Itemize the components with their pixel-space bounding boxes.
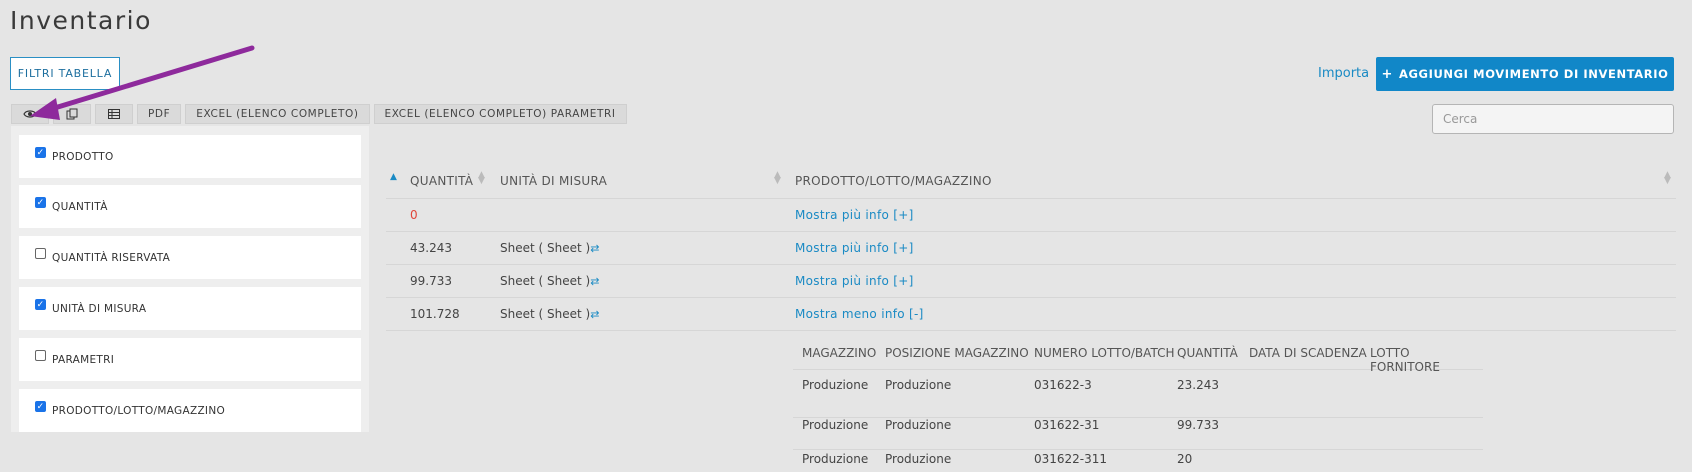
- column-toggle-label: PARAMETRI: [52, 353, 115, 366]
- add-inventory-movement-label: AGGIUNGI MOVIMENTO DI INVENTARIO: [1399, 67, 1669, 81]
- lot-detail-header: MAGAZZINO POSIZIONE MAGAZZINO NUMERO LOT…: [793, 340, 1483, 374]
- batch-cell: 031622-311: [1034, 452, 1108, 466]
- column-visibility-panel: ✓ PRODOTTO ✓ QUANTITÀ QUANTITÀ RISERVATA…: [11, 126, 369, 432]
- lot-detail-row: Produzione Produzione 031622-31 99.733: [793, 418, 1483, 450]
- sub-header-position: POSIZIONE MAGAZZINO: [885, 346, 1029, 360]
- sort-icon[interactable]: ▲ ▼: [774, 171, 781, 186]
- batch-cell: 031622-3: [1034, 378, 1092, 392]
- quantity-cell: 23.243: [1177, 378, 1219, 392]
- unit-cell: Sheet ( Sheet )⇄: [500, 307, 599, 321]
- sub-header-quantity: QUANTITÀ: [1177, 346, 1238, 360]
- checkbox-unchecked[interactable]: [35, 248, 46, 259]
- quantity-cell: 0: [410, 208, 418, 222]
- column-toggle-label: QUANTITÀ RISERVATA: [52, 251, 171, 264]
- checkbox-checked[interactable]: ✓: [35, 197, 46, 208]
- swap-icon[interactable]: ⇄: [590, 242, 599, 255]
- quantity-cell: 20: [1177, 452, 1193, 466]
- lot-detail-row: Produzione Produzione 031622-311 20: [793, 452, 1483, 472]
- column-toggle-reserved-quantity[interactable]: QUANTITÀ RISERVATA: [19, 236, 361, 279]
- filter-table-button[interactable]: FILTRI TABELLA: [10, 57, 120, 90]
- copy-icon: [66, 108, 78, 120]
- warehouse-cell: Produzione: [802, 452, 869, 466]
- position-cell: Produzione: [885, 452, 952, 466]
- column-header-product-lot-warehouse[interactable]: PRODOTTO/LOTTO/MAGAZZINO: [795, 174, 992, 188]
- sub-header-supplier-lot: LOTTO FORNITORE: [1370, 346, 1440, 374]
- table-view-button[interactable]: [95, 104, 133, 124]
- column-toggle-quantity[interactable]: ✓ QUANTITÀ: [19, 185, 361, 228]
- row-divider: [386, 330, 1676, 331]
- column-toggle-product-lot-warehouse[interactable]: ✓ PRODOTTO/LOTTO/MAGAZZINO: [19, 389, 361, 432]
- import-link[interactable]: Importa: [1318, 66, 1369, 81]
- table-row: 101.728 Sheet ( Sheet )⇄ Mostra meno inf…: [386, 297, 1676, 330]
- warehouse-cell: Produzione: [802, 378, 869, 392]
- table-header: ▲ QUANTITÀ ▲ ▼ UNITÀ DI MISURA ▲ ▼ PRODOTT…: [386, 168, 1676, 198]
- unit-label: Sheet ( Sheet ): [500, 274, 591, 288]
- lot-detail-row: Produzione Produzione 031622-3 23.243: [793, 378, 1483, 418]
- sort-icon[interactable]: ▲ ▼: [1664, 171, 1671, 186]
- quantity-cell: 99.733: [410, 274, 452, 288]
- position-cell: Produzione: [885, 378, 952, 392]
- add-inventory-movement-button[interactable]: + AGGIUNGI MOVIMENTO DI INVENTARIO: [1376, 57, 1674, 91]
- plus-icon: +: [1381, 66, 1394, 82]
- excel-export-button[interactable]: EXCEL (ELENCO COMPLETO): [185, 104, 370, 124]
- batch-cell: 031622-31: [1034, 418, 1100, 432]
- quantity-cell: 101.728: [410, 307, 460, 321]
- column-toggle-parameters[interactable]: PARAMETRI: [19, 338, 361, 381]
- checkbox-checked[interactable]: ✓: [35, 401, 46, 412]
- sub-header-warehouse: MAGAZZINO: [802, 346, 877, 360]
- eye-icon: [23, 110, 37, 118]
- checkbox-checked[interactable]: ✓: [35, 147, 46, 158]
- checkbox-checked[interactable]: ✓: [35, 299, 46, 310]
- column-toggle-label: PRODOTTO/LOTTO/MAGAZZINO: [52, 404, 226, 417]
- sub-header-expiry: DATA DI SCADENZA: [1249, 346, 1367, 360]
- sub-header-batch: NUMERO LOTTO/BATCH: [1034, 346, 1175, 360]
- column-header-unit[interactable]: UNITÀ DI MISURA: [500, 174, 607, 188]
- quantity-cell: 99.733: [1177, 418, 1219, 432]
- position-cell: Produzione: [885, 418, 952, 432]
- swap-icon[interactable]: ⇄: [590, 308, 599, 321]
- warehouse-cell: Produzione: [802, 418, 869, 432]
- column-toggle-product[interactable]: ✓ PRODOTTO: [19, 135, 361, 178]
- column-toggle-label: PRODOTTO: [52, 150, 114, 163]
- table-row: 43.243 Sheet ( Sheet )⇄ Mostra più info …: [386, 231, 1676, 264]
- show-more-info-link[interactable]: Mostra più info [+]: [795, 208, 914, 222]
- table-toolbar: PDF EXCEL (ELENCO COMPLETO) EXCEL (ELENC…: [11, 104, 627, 124]
- copy-button[interactable]: [53, 104, 91, 124]
- sort-asc-icon[interactable]: ▲: [390, 173, 397, 182]
- column-toggle-label: QUANTITÀ: [52, 200, 108, 213]
- show-more-info-link[interactable]: Mostra più info [+]: [795, 241, 914, 255]
- column-header-quantity[interactable]: QUANTITÀ: [410, 174, 473, 188]
- search-input[interactable]: Cerca: [1432, 104, 1674, 134]
- column-toggle-label: UNITÀ DI MISURA: [52, 302, 147, 315]
- show-less-info-link[interactable]: Mostra meno info [-]: [795, 307, 924, 321]
- checkbox-unchecked[interactable]: [35, 350, 46, 361]
- page-title: Inventario: [10, 6, 152, 35]
- table-row: 0 Mostra più info [+]: [386, 198, 1676, 231]
- sort-icon[interactable]: ▲ ▼: [478, 171, 485, 186]
- column-toggle-unit[interactable]: ✓ UNITÀ DI MISURA: [19, 287, 361, 330]
- table-row: 99.733 Sheet ( Sheet )⇄ Mostra più info …: [386, 264, 1676, 297]
- swap-icon[interactable]: ⇄: [590, 275, 599, 288]
- quantity-cell: 43.243: [410, 241, 452, 255]
- unit-cell: Sheet ( Sheet )⇄: [500, 241, 599, 255]
- unit-label: Sheet ( Sheet ): [500, 307, 591, 321]
- excel-params-export-button[interactable]: EXCEL (ELENCO COMPLETO) PARAMETRI: [373, 104, 627, 124]
- pdf-export-button[interactable]: PDF: [137, 104, 182, 124]
- unit-cell: Sheet ( Sheet )⇄: [500, 274, 599, 288]
- column-visibility-button[interactable]: [11, 104, 49, 124]
- table-icon: [108, 109, 120, 119]
- unit-label: Sheet ( Sheet ): [500, 241, 591, 255]
- show-more-info-link[interactable]: Mostra più info [+]: [795, 274, 914, 288]
